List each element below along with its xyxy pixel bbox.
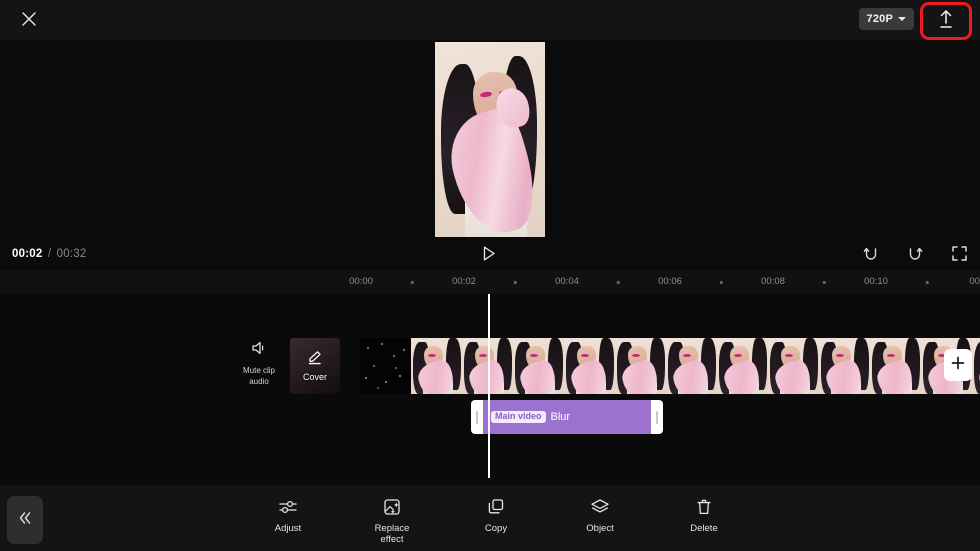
redo-icon <box>906 246 924 267</box>
ruler-tick-dot <box>822 281 826 284</box>
ruler-tick-dot <box>513 281 517 284</box>
ruler-tick-label: 00: <box>969 276 980 287</box>
undo-icon <box>862 246 880 267</box>
play-icon <box>481 245 497 267</box>
filmstrip-frame <box>972 338 980 394</box>
export-button[interactable] <box>920 2 972 40</box>
bottom-toolbar: Adjust Replace effect Copy Object Delete <box>0 485 980 551</box>
ruler-tick-dot <box>410 281 414 284</box>
mute-clip-audio-label: Mute clip audio <box>243 365 275 387</box>
plus-icon <box>950 355 966 376</box>
transport-actions <box>860 245 970 267</box>
double-chevron-left-icon <box>16 510 34 531</box>
replace-effect-icon <box>381 496 403 518</box>
sliders-icon <box>277 496 299 518</box>
preview-area <box>0 40 980 242</box>
clip-title: Blur <box>550 411 571 423</box>
trash-icon <box>693 496 715 518</box>
transport-bar: 00:02 / 00:32 <box>0 242 980 270</box>
timeline: 00:00 00:02 00:04 00:06 00:08 00:10 00: Mute c… <box>0 270 980 485</box>
copy-icon <box>485 496 507 518</box>
cover-button[interactable]: Cover <box>290 338 340 394</box>
clip-trim-handle-right[interactable] <box>651 400 663 434</box>
filmstrip-frame <box>411 338 462 394</box>
layers-icon <box>589 496 611 518</box>
current-time: 00:02 <box>12 248 43 260</box>
tool-replace-effect[interactable]: Replace effect <box>340 485 444 551</box>
ruler-tick-label: 00:10 <box>864 276 888 287</box>
video-track: Mute clip audio Cover <box>0 338 980 394</box>
time-separator: / <box>47 248 52 260</box>
chevron-down-icon <box>898 17 906 21</box>
fullscreen-button[interactable] <box>948 245 970 267</box>
trim-grip-icon <box>655 410 659 424</box>
filmstrip-frame <box>615 338 666 394</box>
tool-label-delete: Delete <box>690 523 718 534</box>
close-button[interactable] <box>14 4 44 34</box>
filmstrip-frame <box>666 338 717 394</box>
clip-badge: Main video <box>491 410 546 424</box>
tool-label-adjust: Adjust <box>274 523 302 534</box>
cover-content: Cover <box>290 338 340 394</box>
timeline-ruler[interactable]: 00:00 00:02 00:04 00:06 00:08 00:10 00: <box>0 270 980 294</box>
mute-clip-audio-button[interactable]: Mute clip audio <box>236 340 282 392</box>
collapse-panel-button[interactable] <box>7 496 43 544</box>
resolution-label: 720P <box>866 13 893 25</box>
filmstrip-frame <box>564 338 615 394</box>
filmstrip-frame <box>870 338 921 394</box>
fullscreen-icon <box>951 245 968 267</box>
redo-button[interactable] <box>904 245 926 267</box>
cover-label: Cover <box>302 372 327 382</box>
filmstrip-frame <box>360 338 411 394</box>
filmstrip-frame <box>513 338 564 394</box>
filmstrip-frame <box>819 338 870 394</box>
video-editor-app: 720P 00:02 / 00:32 00:00 00:02 00:04 00:… <box>0 0 980 551</box>
effect-track: Main video Blur <box>0 400 980 434</box>
playhead[interactable] <box>488 294 490 478</box>
video-preview[interactable] <box>435 42 545 237</box>
speaker-mute-icon <box>250 340 268 361</box>
tool-label-object: Object <box>586 523 614 534</box>
replace-effect-line1: Replace <box>374 523 410 534</box>
trim-grip-icon <box>475 410 479 424</box>
mute-label-line2: audio <box>249 377 269 386</box>
mute-label-line1: Mute clip <box>242 366 275 375</box>
add-clip-button[interactable] <box>944 349 972 381</box>
filmstrip[interactable] <box>360 338 980 394</box>
top-bar: 720P <box>0 0 980 40</box>
ruler-tick-dot <box>719 281 723 284</box>
tool-label-copy: Copy <box>484 523 508 534</box>
tool-delete[interactable]: Delete <box>652 485 756 551</box>
clip-body[interactable]: Main video Blur <box>483 400 651 434</box>
ruler-tick-label: 00:06 <box>658 276 682 287</box>
ruler-tick-dot <box>925 281 929 284</box>
selected-clip[interactable]: Main video Blur <box>471 400 663 434</box>
tool-adjust[interactable]: Adjust <box>236 485 340 551</box>
ruler-tick-dot <box>616 281 620 284</box>
ruler-tick-label: 00:04 <box>555 276 579 287</box>
tool-copy[interactable]: Copy <box>444 485 548 551</box>
ruler-tick-label: 00:00 <box>349 276 373 287</box>
close-icon <box>20 10 38 28</box>
tool-object[interactable]: Object <box>548 485 652 551</box>
filmstrip-frame <box>768 338 819 394</box>
export-upload-icon <box>936 8 956 35</box>
total-time: 00:32 <box>56 248 87 260</box>
clip-trim-handle-left[interactable] <box>471 400 483 434</box>
play-button[interactable] <box>476 244 502 268</box>
resolution-selector[interactable]: 720P <box>858 8 914 30</box>
ruler-tick-label: 00:08 <box>761 276 785 287</box>
ruler-tick-label: 00:02 <box>452 276 476 287</box>
pencil-edit-icon <box>306 350 324 371</box>
filmstrip-frame <box>717 338 768 394</box>
replace-effect-line2: effect <box>380 534 404 545</box>
tool-label-replace-effect: Replace effect <box>375 523 410 545</box>
undo-button[interactable] <box>860 245 882 267</box>
time-readout: 00:02 / 00:32 <box>12 248 86 260</box>
tool-list: Adjust Replace effect Copy Object Delete <box>236 485 756 551</box>
